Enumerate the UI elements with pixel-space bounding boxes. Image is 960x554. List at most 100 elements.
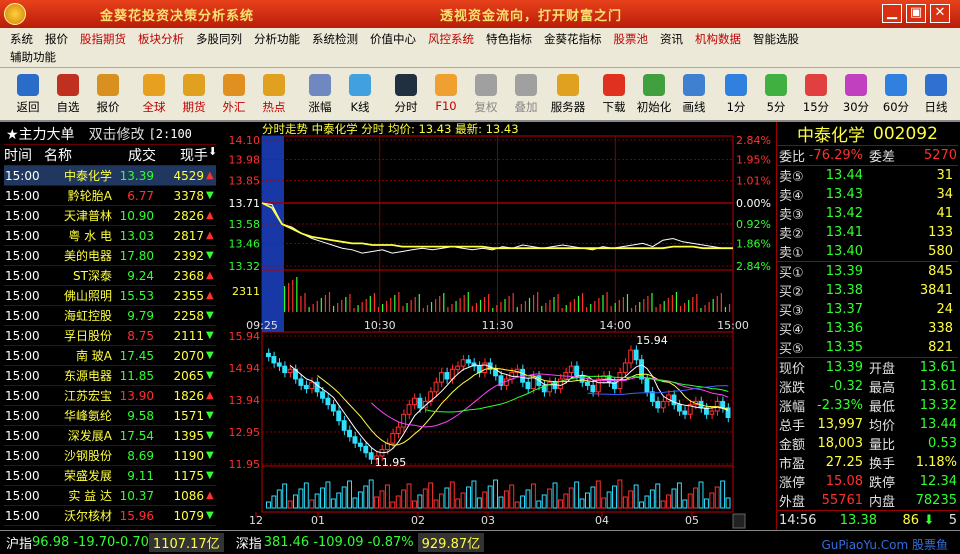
order-row[interactable]: 15:00 东源电器 11.85 2065 ▼ xyxy=(4,366,216,386)
home-icon xyxy=(643,74,665,96)
toolbar-button[interactable]: 叠加 xyxy=(506,72,546,120)
close-button[interactable]: ✕ xyxy=(930,4,950,23)
menu-item[interactable]: 股票池 xyxy=(608,29,655,49)
candle-body xyxy=(590,384,596,393)
volume-bar xyxy=(512,293,514,312)
stat-label: 最高 xyxy=(869,381,896,396)
order-row[interactable]: 15:00 美的电器 17.80 2392 ▼ xyxy=(4,246,216,266)
order-row[interactable]: 15:00 南 玻A 17.45 2070 ▼ xyxy=(4,346,216,366)
volume-bar xyxy=(679,306,682,312)
menu-item[interactable]: 智能选股 xyxy=(747,29,805,49)
chart-scroll-button[interactable] xyxy=(732,513,746,529)
buy-level-row: 买③ 13.37 24 xyxy=(777,300,958,319)
menu-item[interactable]: 板块分析 xyxy=(132,29,190,49)
col-vol[interactable]: 现手 xyxy=(156,145,208,165)
toolbar-button-label: 复权 xyxy=(474,100,498,114)
col-name[interactable]: 名称 xyxy=(42,145,112,165)
volume-label: 2311 xyxy=(232,285,260,298)
col-time[interactable]: 时间 xyxy=(4,145,42,165)
menu-item[interactable]: 风控系统 xyxy=(422,29,480,49)
toolbar-button[interactable]: 外汇 xyxy=(214,72,254,120)
menu-item[interactable]: 分析功能 xyxy=(248,29,306,49)
col-price[interactable]: 成交 xyxy=(112,145,156,165)
volume-bar xyxy=(406,303,408,312)
menu-item[interactable]: 股指期货 xyxy=(74,29,132,49)
toolbar-button[interactable]: 1分 xyxy=(716,72,756,120)
order-row[interactable]: 15:00 ST深泰 9.24 2368 ▲ xyxy=(4,266,216,286)
sz-index-label[interactable]: 深指 xyxy=(236,533,262,552)
toolbar-button[interactable]: 分时 xyxy=(386,72,426,120)
minimize-button[interactable]: ▁ xyxy=(882,4,902,23)
toolbar-button[interactable]: 全球 xyxy=(134,72,174,120)
toolbar-button[interactable]: 日线 xyxy=(916,72,956,120)
quote-stats: 现价 13.39 开盘 13.61 涨跌 -0.32 最高 13.61 涨幅 -2.33% 最低 13… xyxy=(777,358,958,510)
sh-index-label[interactable]: 沪指 xyxy=(6,533,32,552)
candle-body xyxy=(352,436,358,444)
order-row[interactable]: 15:00 中泰化学 13.39 4529 ▲ xyxy=(4,166,216,186)
toolbar-button[interactable]: K线 xyxy=(340,72,380,120)
toolbar-button[interactable]: 涨幅 xyxy=(300,72,340,120)
menu-item[interactable]: 多股同列 xyxy=(190,29,248,49)
kline-icon xyxy=(349,74,371,96)
order-row[interactable]: 15:00 深发展A 17.54 1395 ▼ xyxy=(4,426,216,446)
toolbar-button[interactable]: 返回 xyxy=(8,72,48,120)
order-time: 15:00 xyxy=(5,228,40,243)
order-row[interactable]: 15:00 沃尔核材 15.96 1079 ▼ xyxy=(4,506,216,526)
toolbar-button[interactable]: 30分 xyxy=(836,72,876,120)
candle-body xyxy=(266,352,271,358)
order-row[interactable]: 15:00 荣盛发展 9.11 1175 ▼ xyxy=(4,466,216,486)
buy-level-price: 13.35 xyxy=(825,340,863,355)
toolbar-button[interactable]: 下载 xyxy=(594,72,634,120)
menu-item[interactable]: 系统 xyxy=(4,29,39,49)
order-row[interactable]: 15:00 孚日股份 8.75 2111 ▼ xyxy=(4,326,216,346)
volume-bar xyxy=(312,304,314,312)
menu-item[interactable]: 报价 xyxy=(39,29,74,49)
menu-item[interactable]: 机构数据 xyxy=(689,29,747,49)
last-trade-time: 14:56 xyxy=(779,513,817,528)
toolbar-button[interactable]: F10 xyxy=(426,72,466,120)
volume-bar xyxy=(635,305,637,312)
toolbar-button[interactable]: 服务器 xyxy=(548,72,588,120)
menu-item[interactable]: 特色指标 xyxy=(480,29,538,49)
candle-body xyxy=(303,384,309,390)
volume-bar xyxy=(296,277,298,312)
order-row[interactable]: 15:00 江苏宏宝 13.90 1826 ▲ xyxy=(4,386,216,406)
toolbar-button[interactable]: 画线 xyxy=(674,72,714,120)
toolbar-button[interactable]: 自选 xyxy=(48,72,88,120)
toolbar-button[interactable]: 5分 xyxy=(756,72,796,120)
chart-area[interactable]: 14.10 2.84% 13.98 1.95% 13.85 1.01% 13.71 0.00%… xyxy=(218,122,775,530)
menu-item[interactable]: 辅助功能 xyxy=(4,47,62,67)
toolbar-button[interactable]: 初始化 xyxy=(634,72,674,120)
order-time: 15:00 xyxy=(5,468,40,483)
volume-bar xyxy=(418,294,420,312)
menu-item[interactable]: 金葵花指标 xyxy=(538,29,608,49)
order-row[interactable]: 15:00 实 益 达 10.37 1086 ▲ xyxy=(4,486,216,506)
sort-desc-icon[interactable]: ⬇ xyxy=(208,145,217,165)
order-row[interactable]: 15:00 天津普林 10.90 2826 ▲ xyxy=(4,206,216,226)
toolbar-button[interactable]: 复权 xyxy=(466,72,506,120)
toolbar-button[interactable]: 60分 xyxy=(876,72,916,120)
candle-body xyxy=(347,429,353,438)
order-stock-name: 粤 水 电 xyxy=(68,229,112,243)
last-trade-vol: 86 xyxy=(902,513,919,528)
order-row[interactable]: 15:00 佛山照明 15.53 2355 ▲ xyxy=(4,286,216,306)
toolbar-button[interactable]: 报价 xyxy=(88,72,128,120)
menu-item[interactable]: 价值中心 xyxy=(364,29,422,49)
toolbar-button[interactable]: 热点 xyxy=(254,72,294,120)
order-row[interactable]: 15:00 粤 水 电 13.03 2817 ▲ xyxy=(4,226,216,246)
candle-body xyxy=(466,359,471,364)
toolbar-button[interactable]: 15分 xyxy=(796,72,836,120)
order-volume: 2065 xyxy=(173,368,204,383)
restore-button[interactable]: ▣ xyxy=(906,4,926,23)
menu-item[interactable]: 资讯 xyxy=(654,29,689,49)
order-row[interactable]: 15:00 海虹控股 9.79 2258 ▼ xyxy=(4,306,216,326)
stat-value: 13.61 xyxy=(919,360,957,375)
order-row[interactable]: 15:00 黔轮胎A 6.77 3378 ▼ xyxy=(4,186,216,206)
order-row[interactable]: 15:00 华峰氨纶 9.58 1571 ▼ xyxy=(4,406,216,426)
double-click-edit-label[interactable]: 双击修改 xyxy=(89,124,145,144)
order-row[interactable]: 15:00 沙钢股份 8.69 1190 ▼ xyxy=(4,446,216,466)
menu-item[interactable]: 系统检测 xyxy=(306,29,364,49)
volume-bar xyxy=(565,305,567,312)
volume-bar xyxy=(402,306,404,312)
toolbar-button[interactable]: 期货 xyxy=(174,72,214,120)
